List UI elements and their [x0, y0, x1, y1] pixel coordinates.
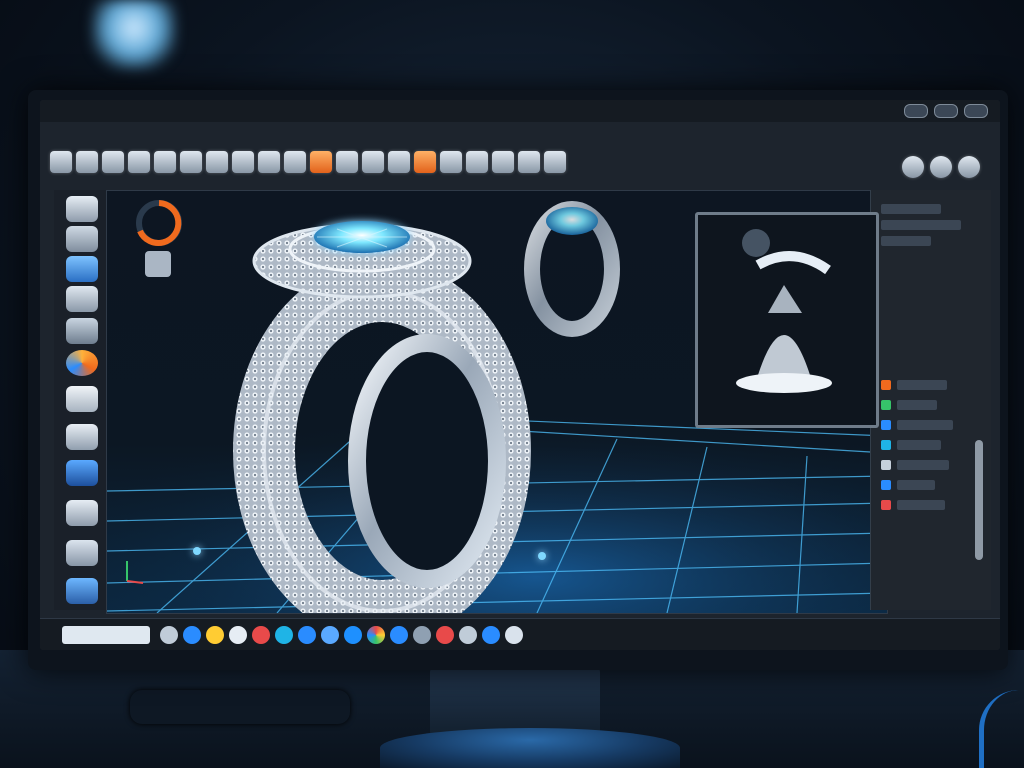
background-light — [92, 0, 176, 70]
app-icon-1[interactable] — [160, 626, 178, 644]
app-icon-3[interactable] — [206, 626, 224, 644]
prong-icon[interactable] — [388, 151, 410, 173]
material-name — [897, 440, 941, 450]
gem-icon[interactable] — [362, 151, 384, 173]
brush-icon[interactable] — [66, 286, 98, 312]
sphere-icon[interactable] — [180, 151, 202, 173]
desk-object — [130, 690, 350, 724]
folder-icon[interactable] — [66, 540, 98, 566]
app-icon-8[interactable] — [321, 626, 339, 644]
settings-icon[interactable] — [958, 156, 980, 178]
app-icon-2[interactable] — [183, 626, 201, 644]
torus-icon[interactable] — [258, 151, 280, 173]
rotate-icon[interactable] — [102, 151, 124, 173]
inspector-field[interactable] — [881, 220, 961, 230]
app-icon-9[interactable] — [344, 626, 362, 644]
chart-icon[interactable] — [66, 318, 98, 344]
measure-icon[interactable] — [518, 151, 540, 173]
app-icon-7[interactable] — [298, 626, 316, 644]
light-icon[interactable] — [466, 151, 488, 173]
menu-bar — [40, 100, 1000, 122]
close-button[interactable] — [964, 104, 988, 118]
grid-node — [193, 547, 201, 555]
app-icon-6[interactable] — [275, 626, 293, 644]
color-wheel-icon[interactable] — [66, 350, 98, 376]
right-inspector-panel — [870, 190, 991, 610]
main-toolbar — [50, 140, 990, 184]
camera-icon[interactable] — [492, 151, 514, 173]
material-icon[interactable] — [440, 151, 462, 173]
globe-icon[interactable] — [66, 460, 98, 486]
shade-icon[interactable] — [930, 156, 952, 178]
help-icon[interactable] — [66, 578, 98, 604]
sweep-icon[interactable] — [284, 151, 306, 173]
taskbar — [40, 618, 1000, 650]
minimize-button[interactable] — [904, 104, 928, 118]
app-icon-13[interactable] — [436, 626, 454, 644]
render-progress-widget[interactable] — [136, 200, 182, 277]
scale-icon[interactable] — [128, 151, 150, 173]
app-icon-5[interactable] — [252, 626, 270, 644]
material-name — [897, 420, 953, 430]
grid-node — [538, 552, 546, 560]
material-swatch-blue-2[interactable] — [881, 480, 891, 490]
record-icon[interactable] — [66, 500, 98, 526]
layers-icon[interactable] — [66, 196, 98, 222]
view-icon[interactable] — [902, 156, 924, 178]
material-swatch-silver[interactable] — [881, 460, 891, 470]
material-swatch-orange[interactable] — [881, 380, 891, 390]
cube-icon[interactable] — [154, 151, 176, 173]
cloud-icon[interactable] — [66, 256, 98, 282]
app-icon-16[interactable] — [505, 626, 523, 644]
search-input[interactable] — [62, 626, 150, 644]
select-icon[interactable] — [50, 151, 72, 173]
app-icon-12[interactable] — [413, 626, 431, 644]
app-icon-4[interactable] — [229, 626, 247, 644]
material-swatch-green[interactable] — [881, 400, 891, 410]
taskbar-icons — [160, 626, 523, 644]
app-icon-15[interactable] — [482, 626, 500, 644]
mirror-icon[interactable] — [206, 151, 228, 173]
maximize-button[interactable] — [934, 104, 958, 118]
material-swatch-blue[interactable] — [881, 420, 891, 430]
material-name — [897, 480, 935, 490]
loft-icon[interactable] — [310, 151, 332, 173]
render-preview-window[interactable] — [695, 212, 879, 428]
bell-icon[interactable] — [66, 424, 98, 450]
move-icon[interactable] — [76, 151, 98, 173]
material-name — [897, 400, 937, 410]
app-icon-10[interactable] — [367, 626, 385, 644]
toolbar-right-group — [902, 156, 980, 178]
material-name — [897, 460, 949, 470]
material-name — [897, 380, 947, 390]
window-controls — [904, 104, 988, 118]
cad-application-window — [40, 100, 1000, 650]
material-swatch-red[interactable] — [881, 500, 891, 510]
material-name — [897, 500, 945, 510]
export-icon[interactable] — [544, 151, 566, 173]
app-icon-14[interactable] — [459, 626, 477, 644]
pen-icon[interactable] — [66, 226, 98, 252]
model-thumbnail-icon — [145, 251, 171, 277]
preview-canvas — [736, 229, 832, 393]
document-icon[interactable] — [66, 386, 98, 412]
array-icon[interactable] — [232, 151, 254, 173]
inspector-field[interactable] — [881, 204, 941, 214]
inspector-scrollbar[interactable] — [975, 440, 983, 560]
app-icon-11[interactable] — [390, 626, 408, 644]
secondary-ring-model[interactable] — [524, 201, 620, 337]
ring-model[interactable] — [233, 221, 531, 613]
material-swatch-cyan[interactable] — [881, 440, 891, 450]
render-icon[interactable] — [414, 151, 436, 173]
monitor-stand-base — [380, 728, 680, 768]
shell-icon[interactable] — [336, 151, 358, 173]
inspector-field[interactable] — [881, 236, 931, 246]
